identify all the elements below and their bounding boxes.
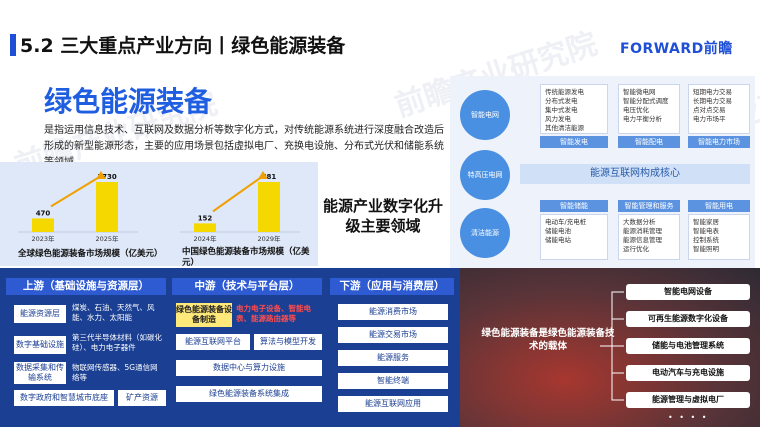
carrier-title: 绿色能源装备是绿色能源装备技术的载体: [481, 328, 615, 352]
chart-caption: 中国绿色能源装备市场规模（亿美元）: [182, 247, 310, 268]
growth-arrow: [50, 175, 102, 208]
upstream-cell: 能源资源层: [14, 305, 66, 323]
carrier-item: 可再生能源数字化设备: [626, 311, 750, 327]
bar-value-label: 470: [36, 209, 51, 217]
carrier-item: 储能与电池管理系统: [626, 338, 750, 354]
midstream-cell: 算法与模型开发: [254, 334, 322, 350]
circle-clean-energy: 清洁能源: [460, 208, 510, 258]
title-accent-bar: [10, 34, 16, 56]
upstream-cell: 数字基础设施: [14, 336, 66, 354]
midstream-cell: 能源互联网平台: [176, 334, 250, 350]
midstream-highlight-note: 电力电子设备、智能电表、能源路由器等: [236, 304, 311, 323]
group-smart-distribution: 智能微电网 智能分配式调度 电压优化 电力平衡分析: [618, 84, 680, 134]
midstream-cell: 绿色能源装备系统集成: [176, 386, 322, 402]
downstream-cell: 能源消费市场: [338, 304, 448, 320]
carrier-item: 能源管理与虚拟电厂: [626, 392, 750, 408]
category-label: 2029年: [257, 234, 281, 243]
category-label: 2025年: [95, 234, 119, 243]
bar: [258, 182, 280, 232]
section-title: 绿色能源装备: [44, 85, 213, 118]
bar: [32, 218, 54, 232]
group-head: 智能配电: [618, 136, 680, 148]
circle-uhv-grid: 特高压电网: [460, 150, 510, 200]
group-smart-power-market: 短期电力交易 长期电力交易 点对点交易 电力市场平: [688, 84, 750, 134]
category-label: 2024年: [193, 234, 217, 243]
circle-smart-grid: 智能电网: [460, 90, 510, 140]
carrier-item: 电动汽车与充电设施: [626, 365, 750, 381]
upstream-head: 上游（基础设施与资源层）: [6, 278, 166, 295]
market-size-charts: 470 2023年 1730 2025年 152 2024年 881 2029年 全球绿色能源…: [0, 162, 318, 268]
group-head: 智能用电: [688, 200, 750, 212]
downstream-cell: 智能终端: [338, 373, 448, 389]
upstream-text: 第三代半导体材料（如碳化硅）、电力电子器件: [72, 333, 162, 352]
chart-caption: 全球绿色能源装备市场规模（亿美元）: [18, 249, 163, 259]
category-label: 2023年: [31, 234, 55, 243]
bar: [194, 223, 216, 232]
upstream-cell: 数字政府和智慧城市底座: [14, 390, 114, 406]
group-smart-consumption: 智能家居 智能电表 控制系统 智能照明: [688, 214, 750, 260]
upstream-text: 物联网传感器、5G通信网络等: [72, 363, 158, 382]
bar-value-label: 152: [198, 214, 213, 222]
bar: [96, 182, 118, 232]
downstream-cell: 能源服务: [338, 350, 448, 366]
upstream-text: 煤炭、石油、天然气、风能、水力、太阳能: [72, 303, 155, 322]
brand-logo: FORWARD前瞻: [620, 41, 733, 57]
downstream-head: 下游（应用与消费层）: [330, 278, 454, 295]
pagination-dots: • • • •: [668, 413, 709, 422]
energy-internet-core: 能源互联网构成核心: [520, 164, 750, 184]
group-head: 智能储能: [540, 200, 608, 212]
midstream-highlight-cell: 绿色能源装备设备制造: [176, 303, 232, 327]
downstream-cell: 能源互联网应用: [338, 396, 448, 412]
midstream-cell: 数据中心与算力设施: [176, 360, 322, 376]
group-smart-generation: 传统能源发电 分布式发电 集中式发电 风力发电 其他清洁能源: [540, 84, 608, 134]
upstream-cell: 矿产资源: [118, 390, 166, 406]
growth-arrow: [212, 175, 264, 213]
group-head: 智能发电: [540, 136, 608, 148]
group-head: 智能管理和服务: [618, 200, 680, 212]
group-smart-management: 大数据分析 能源消耗管理 能源信息管理 运行优化: [618, 214, 680, 260]
page-title: 5.2 三大重点产业方向丨绿色能源装备: [20, 35, 346, 57]
downstream-cell: 能源交易市场: [338, 327, 448, 343]
carrier-item: 智能电网设备: [626, 284, 750, 300]
group-head: 智能电力市场: [688, 136, 750, 148]
key-areas-label: 能源产业数字化升级主要领域: [322, 197, 443, 235]
upstream-cell: 数据采集和传输系统: [14, 362, 66, 384]
group-smart-storage: 电动车/充电桩 储能电池 储能电站: [540, 214, 608, 260]
midstream-head: 中游（技术与平台层）: [172, 278, 322, 295]
